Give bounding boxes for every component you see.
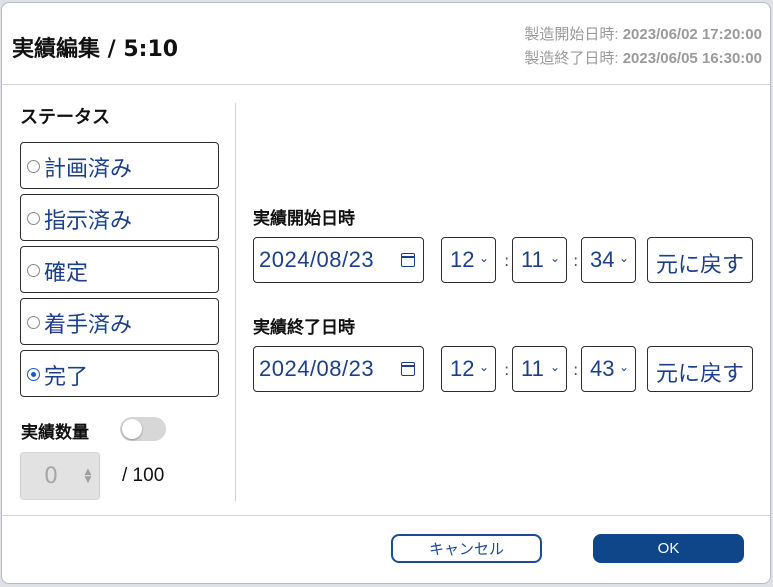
radio-icon [27, 316, 40, 329]
time-separator: : [504, 251, 510, 270]
actual-end-label: 実績終了日時 [253, 318, 355, 338]
chevron-down-icon: ⌄ [478, 251, 489, 265]
calendar-icon [401, 362, 415, 376]
actual-start-minute-select[interactable]: 11 ⌄ [512, 237, 567, 283]
production-start-value: 2023/06/02 17:20:00 [622, 26, 762, 43]
hour-value: 12 [450, 356, 475, 381]
dialog-title: 実績編集 / 5:10 [12, 37, 179, 62]
hour-value: 12 [450, 247, 475, 272]
calendar-icon [401, 253, 415, 267]
actual-start-hour-select[interactable]: 12 ⌄ [441, 237, 496, 283]
chevron-down-icon: ⌄ [618, 251, 629, 265]
dialog-header: 実績編集 / 5:10 製造開始日時: 2023/06/02 17:20:00 … [2, 3, 770, 85]
status-section-label: ステータス [20, 107, 110, 128]
chevron-down-icon: ⌄ [549, 251, 560, 265]
cancel-button[interactable]: キャンセル [391, 534, 542, 563]
actual-end-minute-select[interactable]: 11 ⌄ [512, 346, 567, 392]
production-end-label: 製造終了日時: [524, 50, 619, 67]
quantity-label: 実績数量 [21, 423, 89, 443]
toggle-knob [122, 419, 142, 439]
actual-start-label: 実績開始日時 [253, 209, 355, 229]
actual-end-hour-select[interactable]: 12 ⌄ [441, 346, 496, 392]
date-value: 2024/08/23 [259, 247, 375, 272]
status-option-completed[interactable]: 完了 [20, 350, 219, 397]
radio-icon [27, 160, 40, 173]
actual-end-date-input[interactable]: 2024/08/23 [253, 346, 424, 392]
actual-end-second-select[interactable]: 43 ⌄ [581, 346, 636, 392]
quantity-input[interactable]: 0 ▲ ▼ [20, 452, 100, 500]
status-option-started[interactable]: 着手済み [20, 298, 219, 345]
chevron-down-icon: ⌄ [549, 360, 560, 374]
chevron-down-icon: ⌄ [478, 360, 489, 374]
status-option-label: 確定 [44, 261, 89, 286]
radio-icon [27, 264, 40, 277]
reset-label: 元に戻す [655, 362, 744, 387]
second-value: 34 [590, 247, 615, 272]
quantity-value: 0 [44, 464, 58, 489]
status-option-label: 計画済み [44, 157, 133, 182]
time-separator: : [573, 251, 579, 270]
status-option-confirmed[interactable]: 確定 [20, 246, 219, 293]
actual-start-second-select[interactable]: 34 ⌄ [581, 237, 636, 283]
spinner-icon: ▲ ▼ [84, 467, 92, 485]
status-option-planned[interactable]: 計画済み [20, 142, 219, 189]
quantity-toggle[interactable] [120, 417, 166, 441]
edit-results-dialog: 実績編集 / 5:10 製造開始日時: 2023/06/02 17:20:00 … [1, 2, 771, 584]
status-option-label: 指示済み [44, 209, 133, 234]
minute-value: 11 [521, 247, 544, 272]
production-start-row: 製造開始日時: 2023/06/02 17:20:00 [524, 23, 762, 47]
production-end-value: 2023/06/05 16:30:00 [622, 50, 762, 67]
time-separator: : [504, 360, 510, 379]
radio-icon [27, 212, 40, 225]
actual-start-reset-button[interactable]: 元に戻す [647, 237, 753, 283]
ok-button[interactable]: OK [593, 534, 744, 563]
date-value: 2024/08/23 [259, 356, 375, 381]
status-option-instructed[interactable]: 指示済み [20, 194, 219, 241]
production-end-row: 製造終了日時: 2023/06/05 16:30:00 [524, 47, 762, 71]
status-option-label: 着手済み [44, 313, 133, 338]
actual-start-date-input[interactable]: 2024/08/23 [253, 237, 424, 283]
production-start-label: 製造開始日時: [524, 26, 619, 43]
actual-end-reset-button[interactable]: 元に戻す [647, 346, 753, 392]
production-times: 製造開始日時: 2023/06/02 17:20:00 製造終了日時: 2023… [524, 23, 762, 71]
quantity-total: / 100 [122, 465, 165, 486]
time-separator: : [573, 360, 579, 379]
radio-selected-icon [27, 368, 40, 381]
chevron-down-icon: ⌄ [618, 360, 629, 374]
reset-label: 元に戻す [655, 253, 744, 278]
minute-value: 11 [521, 356, 544, 381]
status-option-label: 完了 [44, 365, 89, 390]
second-value: 43 [590, 356, 615, 381]
